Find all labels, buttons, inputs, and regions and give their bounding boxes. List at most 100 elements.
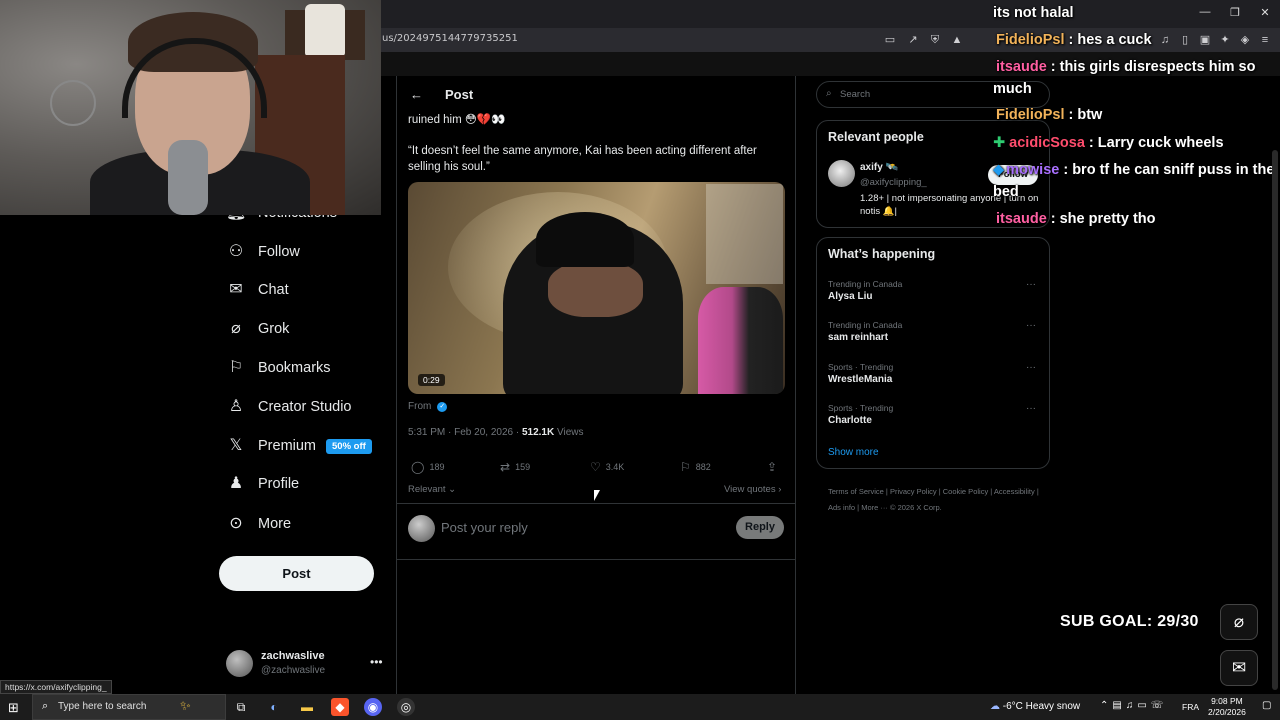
account-more-icon[interactable]: ••• [370,655,383,669]
url-text[interactable]: us/2024975144779735251 [382,33,518,44]
sidebar-item-label: Profile [258,476,300,492]
weather-widget[interactable]: ☁︎ -6°C Heavy snow [990,701,1080,712]
person-add-icon: ⚇ [228,243,244,260]
search-icon: ⌕ [826,88,832,99]
close-icon[interactable]: ✕ [1258,6,1272,19]
view-quotes-link[interactable]: View quotes › [724,484,781,495]
heart-icon: ♡ [590,460,601,474]
sidebar-item-grok[interactable]: ⌀ Grok [226,317,289,341]
maximize-icon[interactable]: ❐ [1228,6,1242,19]
brave-browser-icon[interactable]: ◆ [331,698,349,716]
bookmark-action[interactable]: ⚐ 882 [680,460,711,474]
footer-links[interactable]: Terms of Service | Privacy Policy | Cook… [828,484,1043,516]
discord-icon[interactable]: ◉ [364,698,382,716]
chat-message: FidelioPsl: hes a cuck [996,32,1152,48]
reply-action[interactable]: ◯ 189 [411,460,444,474]
clock[interactable]: 9:08 PM 2/20/2026 [1208,696,1246,718]
from-label: From [408,401,432,412]
file-explorer-icon[interactable]: ▬ [298,698,316,716]
chat-username: itsaude [996,211,1047,227]
sidebar-item-follow[interactable]: ⚇ Follow [226,240,300,264]
sidebar-item-premium[interactable]: 𝕏 Premium 50% off [226,434,372,458]
sidebar-item-bookmarks[interactable]: ⚐ Bookmarks [226,356,331,380]
brave-shield-icon[interactable]: ⛨ [928,33,942,47]
obs-icon[interactable]: ◎ [397,698,415,716]
sub-goal-text: SUB GOAL: 29/30 [1060,613,1199,630]
wallet-icon[interactable]: ▣ [1198,33,1212,47]
relevant-person-avatar[interactable] [828,160,855,187]
account-name[interactable]: zachwaslive [261,650,325,662]
person-icon: ♟ [228,475,244,492]
trend-name[interactable]: sam reinhart [828,332,888,343]
minimize-icon[interactable]: — [1198,6,1212,18]
video-chat-overlay [706,184,783,284]
verified-badge-icon: ✓ [437,401,448,412]
post-text: ruined him 😳💔👀 [408,114,506,126]
comment-icon: ◯ [411,460,425,474]
windows-start-icon[interactable]: ⊞ [8,700,19,716]
reply-button[interactable]: Reply [736,516,784,539]
chat-text: : bro tf he can sniff puss in the [1063,162,1275,178]
reply-input[interactable]: Post your reply [441,520,528,535]
sidebar-icon[interactable]: ▯ [1178,33,1192,47]
show-more-link[interactable]: Show more [828,447,879,458]
whats-happening-title: What’s happening [828,247,936,261]
relevant-person-name[interactable]: axify 🛰️ [860,162,898,173]
trend-more-icon[interactable]: ··· [1026,362,1036,373]
sidebar-item-chat[interactable]: ✉ Chat [226,278,289,302]
avatar[interactable] [226,650,253,677]
sidebar-item-label: Chat [258,282,289,298]
sidebar-item-creator-studio[interactable]: ♙ Creator Studio [226,395,352,419]
webcam-overlay [0,0,381,215]
repost-action[interactable]: ⇄ 159 [500,460,530,474]
clock-date: 2/20/2026 [1208,707,1246,717]
grok-icon[interactable]: ⌀ [1220,604,1258,640]
share-action[interactable]: ⇪ [767,460,782,474]
rewards-icon[interactable]: ▲ [950,33,964,47]
weather-text: -6°C Heavy snow [1002,701,1081,712]
sidebar-item-profile[interactable]: ♟ Profile [226,472,299,496]
vpn-icon[interactable]: ◈ [1238,33,1252,47]
sort-relevant-dropdown[interactable]: Relevant ⌄ [408,484,456,495]
chat-message: FidelioPsl: btw [996,107,1102,123]
task-view-icon[interactable]: ⧉ [232,698,250,716]
from-line[interactable]: From ✓ [408,401,448,412]
account-handle[interactable]: @zachwaslive [261,665,325,676]
clock-time: 9:08 PM [1211,696,1243,706]
trend-context: Trending in Canada [828,320,903,330]
video-player[interactable] [408,182,785,394]
reply-count: 189 [429,462,445,472]
sidebar-item-more[interactable]: ⊙ More [226,512,291,536]
video-beanie [536,212,634,267]
trend-name[interactable]: Charlotte [828,415,872,426]
like-action[interactable]: ♡ 3.4K [590,460,624,474]
music-icon[interactable]: ♫ [1158,33,1172,47]
whats-happening-card [816,237,1050,469]
leo-icon[interactable]: ✦ [1218,33,1232,47]
share-icon[interactable]: ↗ [906,33,920,47]
chat-username: acidicSosa [1009,135,1085,151]
scrollbar[interactable] [1272,150,1278,690]
notifications-icon[interactable]: ▢ [1262,700,1271,711]
system-tray-icons[interactable]: ⌃▤♫▭☏ [1100,700,1167,711]
copilot-icon[interactable]: ◐ [265,698,283,716]
menu-icon[interactable]: ≡ [1258,33,1272,47]
trend-more-icon[interactable]: ··· [1026,279,1036,290]
chat-username: FidelioPsl [996,32,1065,48]
relevant-person-handle[interactable]: @axifyclipping_ [860,177,927,188]
repost-icon: ⇄ [500,460,511,474]
post-timestamp[interactable]: 5:31 PM · Feb 20, 2026 · [408,427,522,438]
messages-icon[interactable]: ✉ [1220,650,1258,686]
trend-context: Sports · Trending [828,403,894,413]
back-arrow-icon[interactable]: ← [410,87,423,102]
search-highlight-icon[interactable]: ✨︎ [180,698,191,714]
trend-name[interactable]: WrestleMania [828,374,892,385]
trend-name[interactable]: Alysa Liu [828,291,872,302]
trend-more-icon[interactable]: ··· [1026,320,1036,331]
input-language[interactable]: FRA [1182,702,1199,712]
post-button[interactable]: Post [219,556,374,591]
trend-more-icon[interactable]: ··· [1026,403,1036,414]
screen-icon[interactable]: ▭ [883,33,897,47]
webcam-microphone [168,140,208,215]
sidebar-item-label: Bookmarks [258,360,331,376]
